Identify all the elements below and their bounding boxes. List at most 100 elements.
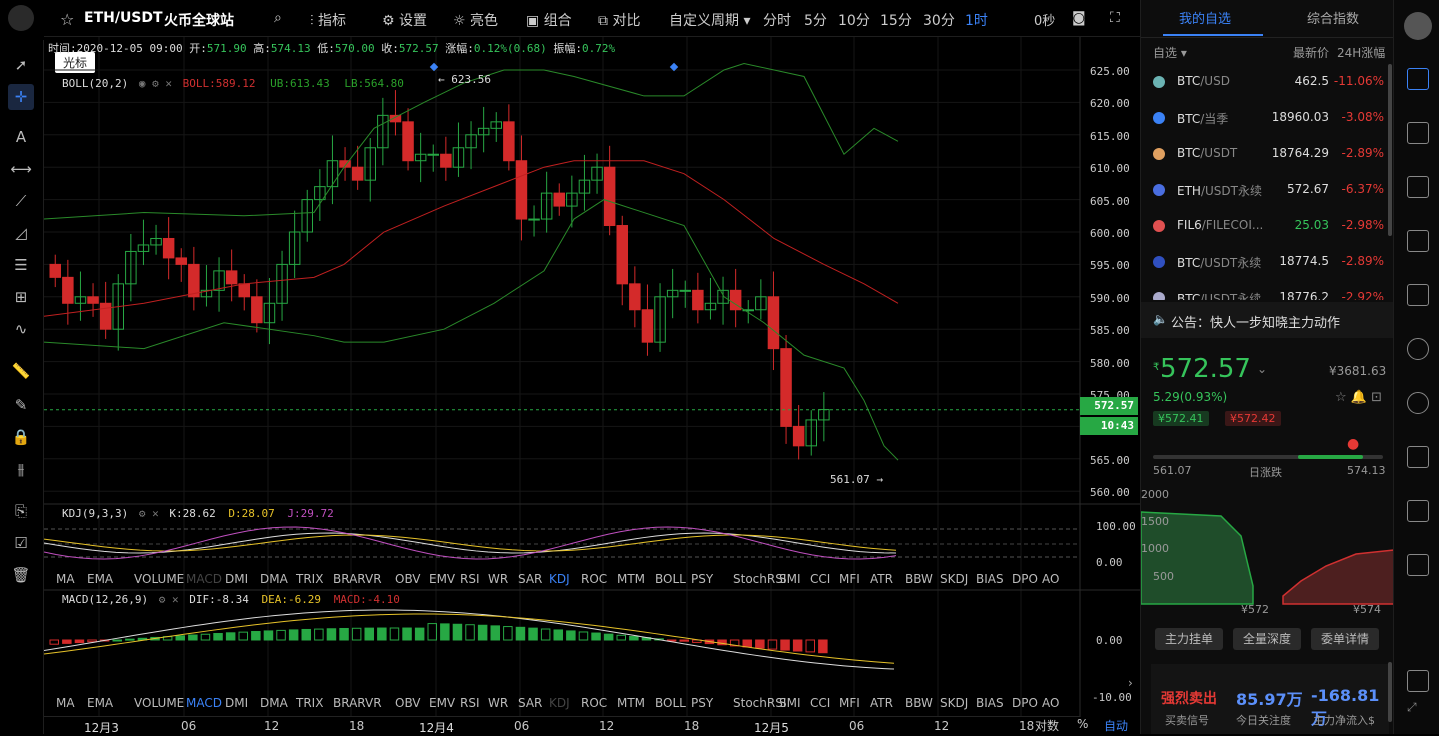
period-10min[interactable]: 10分 [838,10,870,30]
indicator-tab[interactable]: EMV [429,572,455,586]
indicator-tab[interactable]: EMA [87,572,113,586]
tab-composite-index[interactable]: 综合指数 [1307,8,1359,27]
indicator-tab[interactable]: VR [365,572,382,586]
pen-icon[interactable]: ✎ [8,392,34,418]
indicator-tab[interactable]: BBW [905,572,933,586]
watch-filter-dropdown[interactable]: 自选 ▾ [1153,44,1187,61]
indicator-tab[interactable]: SAR [518,572,542,586]
watchlist-row[interactable]: ETH/USDT永续 572.67 -6.37% [1141,172,1394,208]
indicator-tab[interactable]: MTM [617,572,645,586]
avatar[interactable] [1404,12,1432,40]
indicator-tab[interactable]: BRAR [333,696,366,710]
star-icon[interactable]: ☆ [60,10,74,29]
indicator-tab[interactable]: TRIX [296,572,323,586]
favorite-star-icon[interactable]: ☆ 🔔 ⊡ [1335,390,1382,405]
watchlist-row[interactable]: BTC/USDT 18764.29 -2.89% [1141,136,1394,172]
grid-icon[interactable]: ⊞ [8,284,34,310]
period-30min[interactable]: 30分 [923,10,955,30]
candlestick-chart[interactable] [44,37,1140,734]
ruler-icon[interactable]: 📏 [8,358,34,384]
indicator-tab[interactable]: WR [488,572,508,586]
indicator-tab[interactable]: DMA [260,572,288,586]
compare-button[interactable]: ⧉ 对比 [598,10,640,30]
indicator-tab[interactable]: MA [56,696,75,710]
indicator-tab[interactable]: BOLL [655,572,686,586]
watchlist-row[interactable]: BTC/USD 462.5 -11.06% [1141,64,1394,100]
triangle-icon[interactable]: ◿ [8,220,34,246]
settings-button[interactable]: ⚙ 设置 [382,10,427,30]
checklist-icon[interactable] [1407,176,1429,198]
search-icon[interactable]: ⌕ [274,10,282,26]
kdj-settings-icon[interactable]: ⚙ ✕ [139,507,159,520]
watchlist-row[interactable]: BTC/当季 18960.03 -3.08% [1141,100,1394,136]
indicator-tab[interactable]: DPO [1012,572,1038,586]
watchlist-icon[interactable] [1407,68,1429,90]
log-scale-toggle[interactable]: 对数 [1035,717,1059,734]
indicator-tab[interactable]: MACD [186,572,222,586]
indicator-tab[interactable]: DMA [260,696,288,710]
period-15min[interactable]: 15分 [880,10,912,30]
indicator-tab[interactable]: VR [365,696,382,710]
indicator-tab[interactable]: RSI [460,696,480,710]
indicator-tab[interactable]: SKDJ [940,572,968,586]
brightness-button[interactable]: ☼ 亮色 [453,10,498,30]
notice-bar[interactable]: 🔈 公告：快人一步知晓主力动作 [1141,302,1394,338]
indicator-button[interactable]: ⫶ 指标 [310,10,346,30]
indicator-tab[interactable]: DMI [225,696,248,710]
pair-title[interactable]: ETH/USDT [84,10,163,26]
crosshair-icon[interactable]: ✛ [8,84,34,110]
indicator-tab[interactable]: WR [488,696,508,710]
lock-icon[interactable]: 🔒 [8,424,34,450]
chart-panel-icon[interactable] [1407,122,1429,144]
alarm-icon[interactable] [1407,338,1429,360]
indicator-tab[interactable]: CCI [810,572,830,586]
indicator-tab[interactable]: KDJ [549,572,570,586]
edit-list-icon[interactable]: ☑ [8,530,34,556]
parallel-lines-icon[interactable]: ☰ [8,252,34,278]
pro-icon[interactable] [1407,554,1429,576]
new-doc-icon[interactable] [1407,284,1429,306]
indicator-tab[interactable]: BBW [905,696,933,710]
watchlist-row[interactable]: BTC/USDT永续 18774.5 -2.89% [1141,244,1394,280]
indicator-tab[interactable]: OBV [395,572,421,586]
watchlist-row[interactable]: BTC/USDT永续 18776.2 -2.92% [1141,280,1394,300]
auto-scale-toggle[interactable]: 自动 [1104,717,1128,734]
indicator-tab[interactable]: SAR [518,696,542,710]
text-icon[interactable]: A [8,124,34,150]
percent-toggle[interactable]: % [1077,717,1088,731]
depth-chart[interactable] [1141,486,1394,618]
period-5min[interactable]: 5分 [804,10,827,30]
indicator-tab[interactable]: ROC [581,572,607,586]
indicator-tab[interactable]: AO [1042,572,1059,586]
exchange-name[interactable]: 火币全球站 [164,10,234,30]
camera-icon[interactable]: ◙ [1072,10,1086,26]
indicator-tab[interactable]: PSY [691,572,713,586]
wallet-icon[interactable] [1407,500,1429,522]
indicator-tab[interactable]: VOLUME [134,572,184,586]
indicator-tab[interactable]: VOLUME [134,696,184,710]
macd-settings-icon[interactable]: ⚙ ✕ [159,593,179,606]
custom-period-dropdown[interactable]: 自定义周期 ▾ [669,10,750,30]
indicator-tab[interactable]: DMI [225,572,248,586]
bookmark-icon[interactable]: ⎘ [8,498,34,524]
period-1min[interactable]: 分时 [763,10,791,30]
wave-icon[interactable]: ∿ [8,316,34,342]
indicator-tab[interactable]: EMA [87,696,113,710]
watchlist-row[interactable]: FIL6/FILECOI... 25.03 -2.98% [1141,208,1394,244]
indicator-tab[interactable]: SMI [779,572,801,586]
trash-icon[interactable]: 🗑 [8,562,34,588]
help-icon[interactable] [1407,670,1429,692]
pointer-icon[interactable]: ➚ [8,52,34,78]
indicator-tab[interactable]: ROC [581,696,607,710]
main-orders-button[interactable]: 主力挂单 [1155,628,1223,650]
indicator-tab[interactable]: MFI [839,572,860,586]
indicator-tab[interactable]: BIAS [976,696,1004,710]
magnet-icon[interactable]: ⫵ [8,456,34,482]
compass-icon[interactable] [1407,392,1429,414]
indicator-tab[interactable]: MTM [617,696,645,710]
indicator-tab[interactable]: BIAS [976,572,1004,586]
indicator-tab[interactable]: PSY [691,696,713,710]
indicator-tab[interactable]: CCI [810,696,830,710]
indicator-tab[interactable]: BOLL [655,696,686,710]
indicator-tab[interactable]: BRAR [333,572,366,586]
